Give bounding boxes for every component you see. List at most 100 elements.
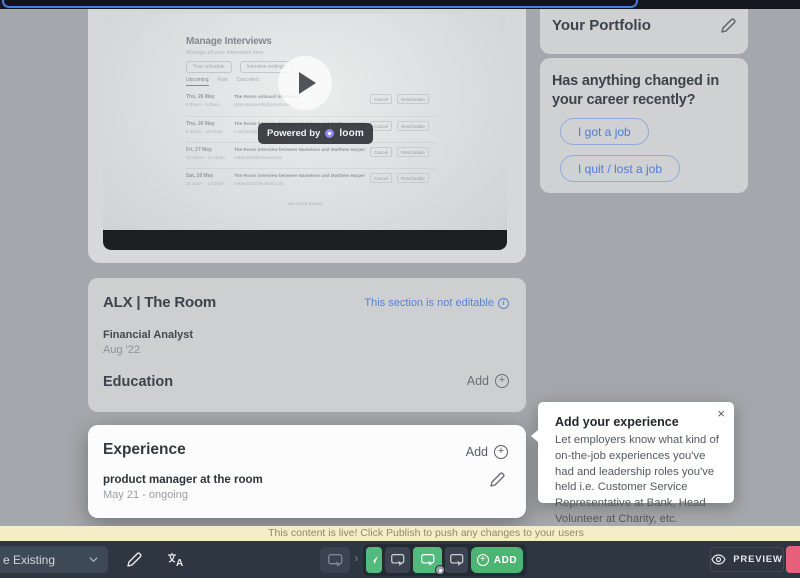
translate-button[interactable]: A: [161, 546, 191, 573]
experience-section-title: Experience: [103, 441, 186, 459]
comment-tool-button[interactable]: [320, 547, 350, 573]
tooltip-arrow: [531, 429, 539, 443]
language-dropdown[interactable]: e Existing: [0, 546, 108, 573]
got-a-job-button[interactable]: I got a job: [560, 118, 649, 145]
info-icon[interactable]: i: [498, 298, 509, 309]
video-control-bar[interactable]: [103, 230, 507, 250]
add-label: Add: [466, 445, 488, 459]
video-screen-title: Manage Interviews: [186, 36, 272, 47]
quit-lost-job-button[interactable]: I quit / lost a job: [560, 155, 680, 182]
experience-tour-tooltip: × Add your experience Let employers know…: [538, 402, 734, 503]
comment-button-2[interactable]: [413, 547, 442, 573]
intro-video-card: Manage Interviews Manage all your interv…: [88, 9, 526, 263]
add-label: Add: [467, 374, 489, 388]
live-banner-text: This content is live! Click Publish to p…: [0, 526, 800, 541]
editor-toolbar: e Existing A › ADD: [0, 541, 800, 578]
chevron-down-icon: [89, 555, 98, 564]
add-annotation-button[interactable]: ADD: [471, 547, 523, 573]
experience-add-button[interactable]: Add: [466, 445, 508, 459]
edit-mode-button[interactable]: [119, 546, 149, 573]
play-icon: [299, 72, 316, 94]
table-row: Fri, 27 May 10:30am - 11:15am The Room in…: [186, 142, 436, 168]
plus-circle-icon: [495, 374, 509, 388]
add-button-label: ADD: [494, 555, 517, 566]
browser-top-bar: [0, 0, 800, 9]
alx-section-card: ALX | The Room This section is not edita…: [88, 278, 526, 412]
row-time: 11:15am - 12:00pm: [186, 181, 234, 186]
loom-badge[interactable]: Powered by loom: [258, 123, 373, 144]
row-title: The Room interview between Nameless and …: [234, 147, 366, 152]
experience-section-card: Experience Add product manager at the ro…: [88, 425, 526, 518]
video-screen-subtabs: Upcoming Past Cancelled: [186, 77, 259, 86]
url-focus-ring[interactable]: [2, 0, 638, 8]
row-time: 10:30am - 11:15am: [186, 155, 234, 160]
row-email: mikejon23@hotmail.com: [234, 155, 366, 160]
pencil-icon: [489, 472, 505, 488]
play-button[interactable]: [278, 56, 332, 110]
send-annotation-button[interactable]: [366, 547, 382, 573]
pencil-icon: [720, 18, 736, 34]
alx-section-title: ALX | The Room: [103, 294, 216, 311]
video-tab-schedule: Your schedule: [186, 61, 232, 73]
row-cancel-button: Cancel: [370, 94, 392, 104]
video-screen-subtitle: Manage all your interviews here: [186, 50, 264, 56]
row-reschedule-button: Reschedule: [397, 121, 429, 131]
publish-button-cutoff[interactable]: [786, 546, 800, 573]
row-email: mikaeya23@hotmail.com: [234, 181, 366, 186]
row-reschedule-button: Reschedule: [397, 173, 429, 183]
svg-text:A: A: [176, 558, 183, 568]
education-add-button[interactable]: Add: [467, 374, 509, 388]
dropdown-value: e Existing: [0, 553, 89, 567]
comment-button-1[interactable]: [385, 547, 410, 573]
video-screen-tabs: Your schedule Interview settings: [186, 61, 292, 73]
row-time: 9:00am - 9:45am: [186, 102, 234, 107]
close-icon[interactable]: ×: [717, 407, 725, 420]
row-cancel-button: Cancel: [370, 173, 392, 183]
not-editable-note: This section is not editable i: [364, 297, 509, 309]
experience-entry-title: product manager at the room: [103, 474, 263, 486]
row-reschedule-button: Reschedule: [397, 147, 429, 157]
video-subtab-upcoming: Upcoming: [186, 77, 209, 86]
row-date: Sat, 28 May: [186, 173, 234, 179]
comment-cursor-icon: [391, 554, 405, 566]
send-icon: [369, 555, 379, 565]
table-row: Sat, 28 May 11:15am - 12:00pm The Room in…: [186, 168, 436, 194]
portfolio-edit-button[interactable]: [720, 18, 736, 39]
row-title: The Room interview between Nameless and …: [234, 173, 366, 178]
video-subtab-past: Past: [218, 77, 228, 86]
row-reschedule-button: Reschedule: [397, 94, 429, 104]
career-question: Has anything changed in your career rece…: [552, 72, 738, 110]
comment-badge: [435, 565, 445, 575]
comment-cursor-icon: [328, 554, 343, 567]
plus-circle-icon: [494, 445, 508, 459]
portfolio-title: Your Portfolio: [552, 17, 651, 34]
loom-video-player[interactable]: Manage Interviews Manage all your interv…: [103, 14, 507, 250]
powered-by-label: Powered by: [267, 128, 320, 139]
preview-button[interactable]: PREVIEW: [710, 547, 784, 572]
portfolio-header-card: Your Portfolio: [540, 9, 748, 54]
loom-brand-label: loom: [339, 128, 364, 139]
plus-circle-icon: [477, 554, 489, 566]
experience-edit-button[interactable]: [489, 472, 505, 493]
row-date: Thu, 26 May: [186, 94, 234, 100]
row-time: 9:45am - 10:30am: [186, 129, 234, 134]
comment-cursor-icon: [450, 554, 464, 566]
eye-icon: [711, 554, 726, 565]
video-subtab-cancelled: Cancelled: [237, 77, 259, 86]
live-content-banner: This content is live! Click Publish to p…: [0, 526, 800, 541]
translate-icon: A: [167, 552, 185, 568]
row-date: Fri, 27 May: [186, 147, 234, 153]
career-change-card: Has anything changed in your career rece…: [540, 58, 748, 193]
alx-role-date: Aug '22: [103, 344, 140, 356]
row-cancel-button: Cancel: [370, 147, 392, 157]
annotation-button-group: ADD: [363, 544, 527, 576]
experience-entry-date: May 21 - ongoing: [103, 489, 188, 501]
row-date: Thu, 26 May: [186, 121, 234, 127]
comment-button-3[interactable]: [445, 547, 468, 573]
alx-role-title: Financial Analyst: [103, 329, 193, 341]
education-section-title: Education: [103, 374, 173, 390]
tooltip-title: Add your experience: [555, 415, 679, 429]
chevron-right-separator: ›: [354, 550, 358, 565]
preview-button-label: PREVIEW: [733, 554, 782, 565]
not-editable-label: This section is not editable: [364, 297, 494, 309]
